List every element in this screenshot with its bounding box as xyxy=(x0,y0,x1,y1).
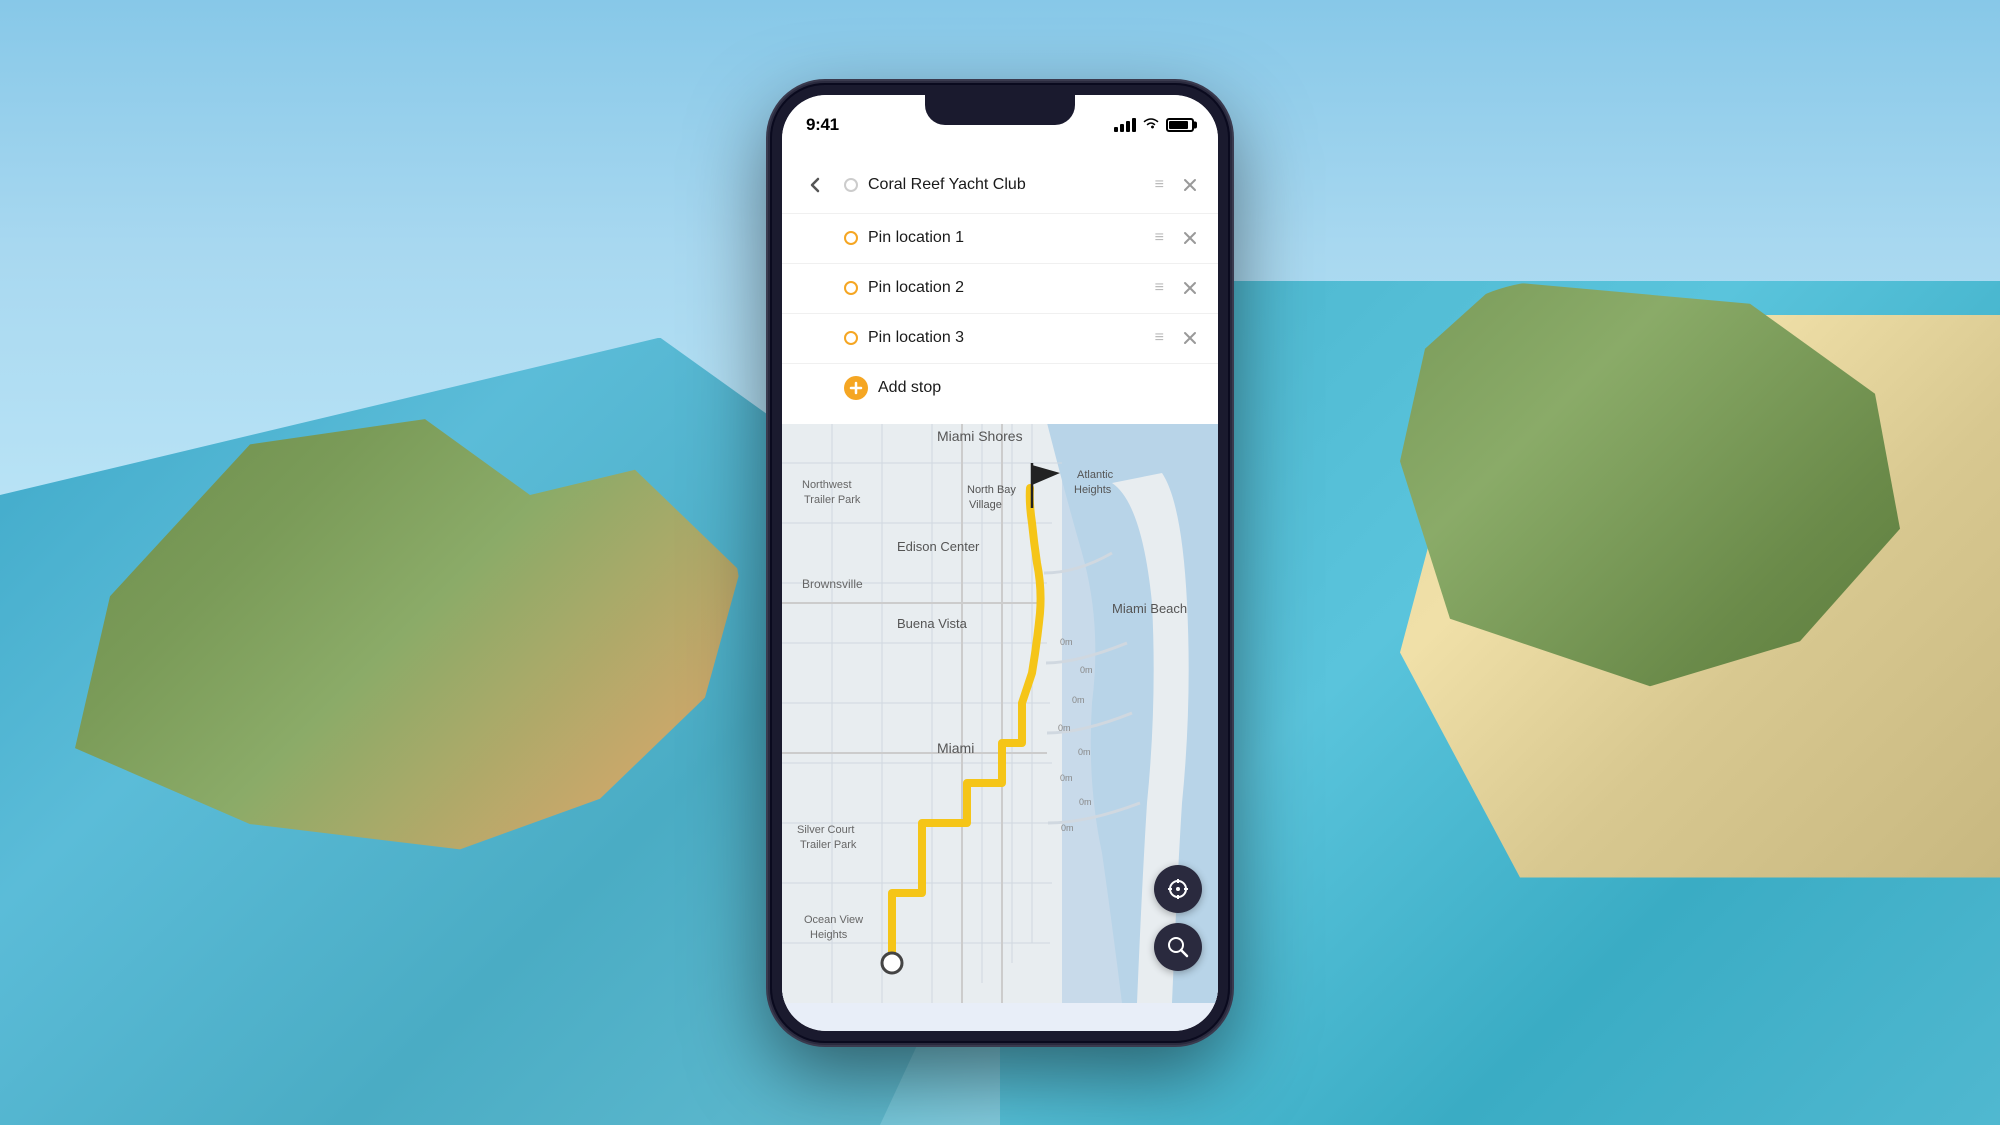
stop-1-drag-handle[interactable]: ≡ xyxy=(1151,229,1168,247)
stop-2-label[interactable]: Pin location 2 xyxy=(868,279,1141,297)
status-time: 9:41 xyxy=(806,115,839,135)
map-svg: 0m 0m 0m 0m 0m 0m 0m 0m Miami Shores Nor… xyxy=(782,375,1218,1031)
signal-bars xyxy=(1114,118,1136,132)
crosshair-button[interactable] xyxy=(1154,865,1202,913)
svg-text:Northwest: Northwest xyxy=(802,479,852,491)
svg-text:Trailer Park: Trailer Park xyxy=(800,839,857,851)
svg-text:North Bay: North Bay xyxy=(967,484,1016,496)
stop-3-drag-handle[interactable]: ≡ xyxy=(1151,329,1168,347)
svg-text:Trailer Park: Trailer Park xyxy=(804,494,861,506)
svg-text:0m: 0m xyxy=(1061,823,1074,833)
destination-label[interactable]: Coral Reef Yacht Club xyxy=(868,176,1141,194)
status-icons xyxy=(1114,116,1194,133)
phone-screen: 9:41 xyxy=(782,95,1218,1031)
route-panel: Coral Reef Yacht Club ≡ Pin location 1 ≡ xyxy=(782,145,1218,424)
stop-1-label[interactable]: Pin location 1 xyxy=(868,229,1141,247)
svg-text:0m: 0m xyxy=(1072,695,1085,705)
phone-frame: 9:41 xyxy=(770,83,1230,1043)
phone-notch xyxy=(925,95,1075,125)
svg-text:0m: 0m xyxy=(1058,723,1071,733)
svg-text:Miami: Miami xyxy=(937,740,974,756)
svg-text:Miami Beach: Miami Beach xyxy=(1112,601,1187,616)
wifi-icon xyxy=(1142,116,1160,133)
stop-row-1: Pin location 1 ≡ xyxy=(782,214,1218,264)
add-stop-icon xyxy=(844,376,868,400)
add-stop-row[interactable]: Add stop xyxy=(782,364,1218,412)
svg-text:0m: 0m xyxy=(1060,773,1073,783)
stop-row-3: Pin location 3 ≡ xyxy=(782,314,1218,364)
destination-drag-handle[interactable]: ≡ xyxy=(1151,176,1168,194)
svg-text:Edison Center: Edison Center xyxy=(897,539,980,554)
svg-text:0m: 0m xyxy=(1060,637,1073,647)
map-controls xyxy=(1154,865,1202,971)
search-button[interactable] xyxy=(1154,923,1202,971)
stop-3-label[interactable]: Pin location 3 xyxy=(868,329,1141,347)
destination-dot xyxy=(844,178,858,192)
stop-3-close-button[interactable] xyxy=(1178,326,1202,350)
signal-bar-2 xyxy=(1120,124,1124,132)
svg-text:Brownsville: Brownsville xyxy=(802,577,863,591)
stop-2-drag-handle[interactable]: ≡ xyxy=(1151,279,1168,297)
stop-row-2: Pin location 2 ≡ xyxy=(782,264,1218,314)
stop-2-dot xyxy=(844,281,858,295)
signal-bar-3 xyxy=(1126,121,1130,132)
stop-1-close-button[interactable] xyxy=(1178,226,1202,250)
svg-text:Silver Court: Silver Court xyxy=(797,824,854,836)
battery-fill xyxy=(1169,121,1188,129)
stop-1-dot xyxy=(844,231,858,245)
svg-text:Atlantic: Atlantic xyxy=(1077,469,1114,481)
map-area[interactable]: 0m 0m 0m 0m 0m 0m 0m 0m Miami Shores Nor… xyxy=(782,375,1218,1031)
svg-text:Buena Vista: Buena Vista xyxy=(897,616,968,631)
stop-3-dot xyxy=(844,331,858,345)
svg-text:0m: 0m xyxy=(1079,797,1092,807)
svg-text:Village: Village xyxy=(969,499,1002,511)
destination-row: Coral Reef Yacht Club ≡ xyxy=(782,157,1218,214)
svg-text:0m: 0m xyxy=(1080,665,1093,675)
svg-text:0m: 0m xyxy=(1078,747,1091,757)
add-stop-label: Add stop xyxy=(878,379,941,397)
signal-bar-1 xyxy=(1114,127,1118,132)
destination-close-button[interactable] xyxy=(1178,173,1202,197)
battery-icon xyxy=(1166,118,1194,132)
svg-text:Heights: Heights xyxy=(1074,484,1112,496)
svg-text:Ocean View: Ocean View xyxy=(804,914,863,926)
back-button[interactable] xyxy=(798,167,834,203)
stop-2-close-button[interactable] xyxy=(1178,276,1202,300)
signal-bar-4 xyxy=(1132,118,1136,132)
svg-text:Miami Shores: Miami Shores xyxy=(937,428,1023,444)
svg-text:Heights: Heights xyxy=(810,929,848,941)
